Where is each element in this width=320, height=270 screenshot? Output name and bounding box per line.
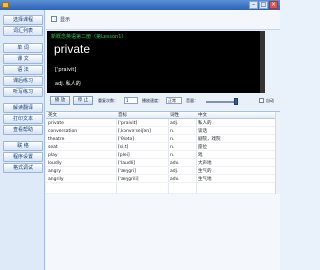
cell-chinese: 大声地 — [198, 161, 212, 166]
playback-controls: 播 放 停 止 重复次数： 1 播放速度： 正常 音量： 自动 — [46, 95, 280, 107]
speed-select[interactable]: 正常 — [166, 97, 182, 104]
minimize-icon[interactable]: – — [249, 1, 258, 9]
speed-label: 播放速度： — [142, 98, 162, 103]
current-word: private — [54, 42, 91, 56]
cell-english: angry — [48, 169, 61, 174]
table-row[interactable]: private [ˈpraivit] adj. 私人的 — [46, 120, 280, 127]
table-row[interactable]: seat [siːt] n. 座位 — [46, 144, 280, 151]
cell-english: loudly — [48, 161, 62, 166]
sidebar-item-word-list[interactable]: 词汇列表 — [3, 26, 43, 36]
cell-phonetic: [ˌkɔnvəˈseiʃən] — [118, 129, 151, 134]
sidebar-item-grammar[interactable]: 语 法 — [3, 65, 43, 75]
cell-pos: adj. — [170, 169, 179, 174]
cell-english: private — [48, 121, 64, 126]
cell-phonetic: [ˈlaudli] — [118, 161, 135, 166]
sidebar-item-contact[interactable]: 联 络 — [3, 141, 43, 151]
sidebar-item-settings[interactable]: 程序设置 — [3, 152, 43, 162]
table-header: 英文 音标 词性 中文 — [46, 112, 280, 119]
cell-chinese: 座位 — [198, 145, 207, 150]
close-icon[interactable]: × — [269, 1, 278, 9]
cell-phonetic: [ˈθiətə] — [118, 137, 135, 142]
slider-thumb[interactable] — [234, 98, 238, 105]
repeat-label: 重复次数： — [98, 98, 118, 103]
cell-phonetic: [siːt] — [118, 145, 129, 150]
repeat-select[interactable]: 1 — [124, 97, 138, 104]
sidebar-item-help[interactable]: 查看帮助 — [3, 125, 43, 135]
header-english[interactable]: 英文 — [48, 112, 57, 119]
sidebar-item-words[interactable]: 单 词 — [3, 43, 43, 53]
cell-chinese: 剧院，戏院 — [198, 137, 221, 142]
word-table: 英文 音标 词性 中文 private [ˈpraivit] adj. 私人的 … — [46, 111, 280, 194]
cell-phonetic: [ˈæŋgri] — [118, 169, 136, 174]
sidebar-item-translation[interactable]: 解读翻译 — [3, 103, 43, 113]
sidebar-item-print[interactable]: 打印文本 — [3, 114, 43, 124]
cell-chinese: 生气的 — [198, 169, 212, 174]
header-phonetic[interactable]: 音标 — [118, 112, 127, 119]
cell-english: theatre — [48, 137, 65, 142]
auto-checkbox[interactable] — [259, 98, 264, 103]
cell-english: play — [48, 153, 58, 158]
table-scrollbar[interactable] — [275, 112, 280, 194]
table-row[interactable]: play [plei] n. 戏 — [46, 152, 280, 159]
table-row[interactable]: loudly [ˈlaudli] adv. 大声地 — [46, 160, 280, 167]
table-row[interactable]: angrily [ˈæŋgrili] adv. 生气地 — [46, 176, 280, 183]
volume-label: 音量： — [186, 98, 198, 103]
show-checkbox[interactable] — [51, 16, 57, 22]
cell-pos: adv. — [170, 177, 180, 182]
window-controls: – □ × — [249, 1, 278, 9]
cell-english: seat — [48, 145, 58, 150]
table-row[interactable]: angry [ˈæŋgri] adj. 生气的 — [46, 168, 280, 175]
cell-pos: n. — [170, 153, 175, 158]
stop-button[interactable]: 停 止 — [73, 96, 93, 105]
cell-pos: n. — [170, 137, 175, 142]
lower-empty-area — [46, 194, 280, 270]
auto-label: 自动 — [266, 98, 274, 103]
window-titlebar: – □ × — [0, 0, 280, 10]
sidebar-item-exercises[interactable]: 课后练习 — [3, 76, 43, 86]
phonetic-text: [ˈpraivit] — [55, 67, 77, 73]
sidebar-item-text[interactable]: 课 文 — [3, 54, 43, 64]
sidebar: 选择课程 词汇列表 单 词 课 文 语 法 课后练习 听写练习 解读翻译 打印文… — [0, 10, 45, 270]
cell-phonetic: [ˈæŋgrili] — [118, 177, 139, 182]
cell-chinese: 谈话 — [198, 129, 207, 134]
cell-phonetic: [ˈpraivit] — [118, 121, 138, 126]
cell-english: angrily — [48, 177, 64, 182]
sidebar-item-dictation[interactable]: 听写练习 — [3, 87, 43, 97]
header-chinese[interactable]: 中文 — [198, 112, 207, 119]
cell-pos: adj. — [170, 121, 179, 126]
table-row[interactable]: conversation [ˌkɔnvəˈseiʃən] n. 谈话 — [46, 128, 280, 135]
maximize-icon[interactable]: □ — [259, 1, 268, 9]
cell-phonetic: [plei] — [118, 153, 130, 158]
cell-chinese: 戏 — [198, 153, 203, 158]
cell-chinese: 私人的 — [198, 121, 212, 126]
cell-english: conversation — [48, 129, 78, 134]
display-scrollbar[interactable] — [260, 31, 265, 93]
play-button[interactable]: 播 放 — [50, 96, 70, 105]
meaning-text: adj. 私人的 — [55, 81, 81, 87]
app-icon — [2, 2, 9, 8]
cell-pos: n. — [170, 145, 175, 150]
sidebar-item-select-lesson[interactable]: 选择课程 — [3, 15, 43, 25]
table-row[interactable]: theatre [ˈθiətə] n. 剧院，戏院 — [46, 136, 280, 143]
top-toolbar: 显示 — [46, 10, 280, 30]
header-pos[interactable]: 词性 — [170, 112, 179, 119]
word-display-panel: 新概念英语第二册（第Lesson1） private [ˈpraivit] ad… — [47, 31, 265, 93]
show-checkbox-label: 显示 — [60, 17, 71, 23]
cell-pos: n. — [170, 129, 175, 134]
cell-pos: adv. — [170, 161, 180, 166]
sidebar-item-format[interactable]: 格式调试 — [3, 163, 43, 173]
lesson-title: 新概念英语第二册（第Lesson1） — [51, 34, 127, 40]
cell-chinese: 生气地 — [198, 177, 212, 182]
